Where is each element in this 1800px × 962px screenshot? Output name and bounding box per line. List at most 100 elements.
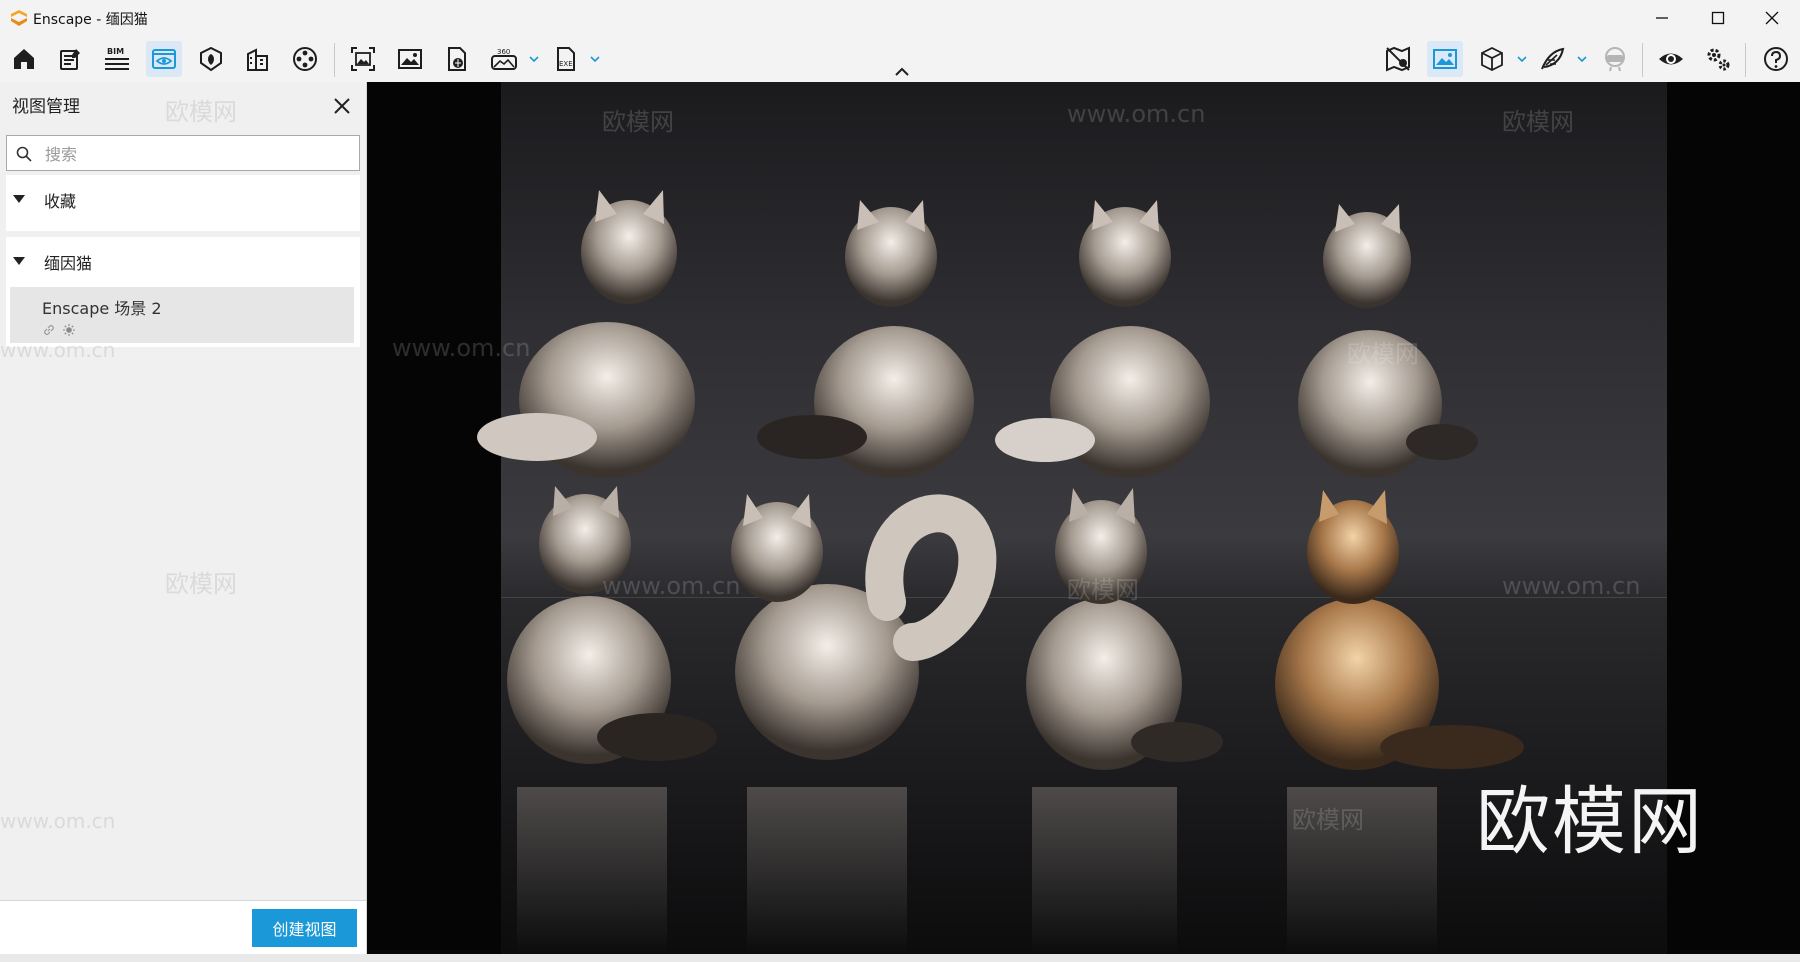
render-viewport[interactable]: 欧模网 www.om.cn 欧模网 www.om.cn 欧模网 www.om.c… xyxy=(367,82,1800,954)
export-web-button[interactable] xyxy=(439,41,475,77)
create-view-button[interactable]: 创建视图 xyxy=(252,909,357,947)
brand-watermark: 欧模网 xyxy=(1476,779,1704,865)
asset-library-button[interactable] xyxy=(193,41,229,77)
building-icon xyxy=(247,48,268,71)
link-icon xyxy=(44,324,54,336)
view-management-panel: 视图管理 收藏 缅因猫 Enscape 场景 2 xyxy=(0,82,367,955)
maximize-button[interactable] xyxy=(1690,0,1746,36)
cat-figure xyxy=(995,200,1210,478)
maximize-icon xyxy=(1711,11,1725,25)
enscape-logo-icon xyxy=(11,10,27,26)
watermark: 欧模网 xyxy=(1292,806,1364,834)
group-label: 收藏 xyxy=(44,192,77,211)
render-image-icon xyxy=(398,49,422,69)
view-name: Enscape 场景 2 xyxy=(42,299,162,318)
export-360-button[interactable]: 360 xyxy=(486,41,522,77)
render-screenshot-button[interactable] xyxy=(345,41,381,77)
svg-text:BIM: BIM xyxy=(107,47,124,56)
floor-reflection xyxy=(747,787,907,954)
eye-icon xyxy=(1659,53,1683,65)
home-icon xyxy=(14,49,34,69)
group-scene: 缅因猫 Enscape 场景 2 xyxy=(6,237,360,347)
triangle-down-icon xyxy=(13,257,25,265)
vr-headset-button[interactable] xyxy=(1597,41,1633,77)
feather-icon xyxy=(1541,47,1565,70)
map-off-icon xyxy=(1386,46,1410,72)
view-item[interactable]: Enscape 场景 2 xyxy=(10,287,354,343)
help-button[interactable] xyxy=(1758,41,1794,77)
triangle-down-icon xyxy=(13,195,25,203)
render-screenshot-icon xyxy=(351,47,375,71)
watermark: 欧模网 xyxy=(165,98,237,126)
export-web-icon xyxy=(448,47,466,71)
home-button[interactable] xyxy=(6,41,42,77)
sun-icon xyxy=(63,324,75,336)
chevron-up-icon[interactable] xyxy=(893,66,911,78)
bim-button[interactable]: BIM xyxy=(99,41,135,77)
chevron-down-icon[interactable] xyxy=(1576,53,1588,65)
vr-headset-icon xyxy=(1605,47,1625,72)
video-editor-icon xyxy=(293,47,317,71)
notes-icon xyxy=(60,49,80,70)
notes-button[interactable] xyxy=(52,41,88,77)
watermark: www.om.cn xyxy=(1502,572,1641,600)
minimize-icon xyxy=(1656,17,1668,19)
watermark: www.om.cn xyxy=(0,338,116,362)
cat-figure xyxy=(1275,490,1524,770)
cat-figure xyxy=(757,200,974,478)
cube-icon xyxy=(1481,46,1503,72)
map-toggle-button[interactable] xyxy=(1380,41,1416,77)
watermark: 欧模网 xyxy=(1347,340,1419,368)
image-view-button[interactable] xyxy=(1427,41,1463,77)
toolbar-separator xyxy=(1745,43,1746,77)
settings-button[interactable] xyxy=(1700,41,1736,77)
watermark: 欧模网 xyxy=(1502,108,1574,136)
watermark: www.om.cn xyxy=(602,572,741,600)
bim-icon: BIM xyxy=(105,47,129,70)
watermark: www.om.cn xyxy=(392,334,531,362)
svg-text:EXE: EXE xyxy=(559,60,573,68)
close-button[interactable] xyxy=(1744,0,1800,36)
group-favorites: 收藏 xyxy=(6,175,360,231)
watermark: 欧模网 xyxy=(165,570,237,598)
settings-icon xyxy=(1707,48,1730,71)
cat-figure xyxy=(1026,488,1223,770)
watermark: www.om.cn xyxy=(0,809,116,833)
watermark: www.om.cn xyxy=(1067,100,1206,128)
toolbar-separator xyxy=(334,43,335,77)
building-button[interactable] xyxy=(240,41,276,77)
cube-button[interactable] xyxy=(1474,41,1510,77)
chevron-down-icon[interactable] xyxy=(528,53,540,65)
bottom-edge xyxy=(0,954,1800,962)
panel-title: 视图管理 xyxy=(12,97,80,117)
help-icon xyxy=(1764,47,1788,71)
asset-library-icon xyxy=(200,46,222,72)
title-bar: Enscape - 缅因猫 xyxy=(0,0,1800,36)
minimize-button[interactable] xyxy=(1634,0,1690,36)
close-icon[interactable] xyxy=(330,94,354,118)
search-box xyxy=(6,135,360,171)
search-icon xyxy=(16,146,32,162)
visibility-button[interactable] xyxy=(1653,41,1689,77)
chevron-down-icon[interactable] xyxy=(1516,53,1528,65)
close-icon xyxy=(1765,11,1779,25)
chevron-down-icon[interactable] xyxy=(589,53,601,65)
group-header[interactable]: 收藏 xyxy=(6,175,360,225)
image-view-icon xyxy=(1433,49,1457,69)
group-label: 缅因猫 xyxy=(44,254,93,273)
toolbar-separator xyxy=(1642,43,1643,77)
floor-reflection xyxy=(517,787,667,954)
video-editor-button[interactable] xyxy=(287,41,323,77)
group-header[interactable]: 缅因猫 xyxy=(6,237,360,287)
svg-text:360: 360 xyxy=(497,48,510,56)
watermark: 欧模网 xyxy=(602,108,674,136)
panel-footer: 创建视图 xyxy=(0,900,366,955)
cat-figure xyxy=(507,486,717,764)
view-management-button[interactable] xyxy=(146,41,182,77)
render-image-button[interactable] xyxy=(392,41,428,77)
export-exe-button[interactable]: EXE xyxy=(548,41,584,77)
search-input[interactable] xyxy=(43,141,347,167)
feather-button[interactable] xyxy=(1534,41,1570,77)
view-management-icon xyxy=(152,49,176,69)
watermark: 欧模网 xyxy=(1067,576,1139,604)
